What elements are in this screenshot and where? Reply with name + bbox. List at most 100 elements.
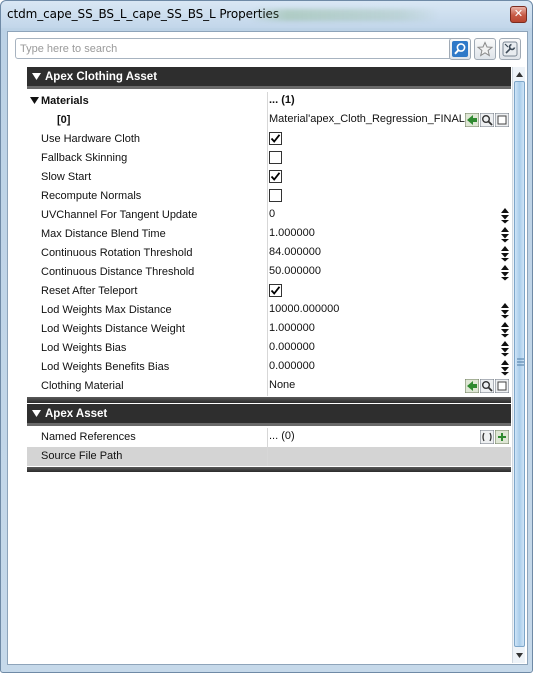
property-row-source-file-path[interactable]: Source File Path — [27, 447, 511, 466]
column-divider[interactable] — [267, 111, 268, 130]
continuous-rotation-threshold-field[interactable]: 84.000000 — [269, 246, 321, 258]
settings-button[interactable] — [499, 38, 521, 60]
column-divider[interactable] — [267, 92, 268, 111]
property-row-continuous-rotation-threshold: Continuous Rotation Threshold 84.000000 — [27, 244, 511, 263]
use-selected-arrow-icon[interactable] — [464, 378, 480, 394]
checkmark-icon — [270, 134, 281, 143]
column-divider[interactable] — [267, 377, 268, 396]
clear-reference-icon[interactable] — [494, 112, 510, 128]
column-divider[interactable] — [267, 149, 268, 168]
column-divider[interactable] — [267, 320, 268, 339]
property-name: Continuous Distance Threshold — [41, 266, 195, 278]
property-tree: Apex Clothing Asset Materials ... (1) [0… — [27, 67, 511, 504]
property-name: Source File Path — [41, 450, 123, 462]
column-divider[interactable] — [267, 225, 268, 244]
column-divider[interactable] — [267, 263, 268, 282]
property-name: Named References — [41, 431, 136, 443]
property-name: Continuous Rotation Threshold — [41, 247, 193, 259]
property-row-reset-after-teleport: Reset After Teleport — [27, 282, 511, 301]
settings-wrench-icon — [502, 41, 518, 57]
browse-magnifier-icon[interactable] — [479, 378, 495, 394]
use-selected-arrow-icon[interactable] — [464, 112, 480, 128]
spinner-arrows-icon[interactable] — [500, 226, 510, 243]
spinner-arrows-icon[interactable] — [500, 264, 510, 281]
category-apex-clothing-asset[interactable]: Apex Clothing Asset — [27, 67, 511, 89]
grip-icon — [517, 358, 524, 366]
property-row-named-references[interactable]: Named References ... (0) — [27, 428, 511, 447]
column-divider[interactable] — [267, 447, 268, 466]
column-divider[interactable] — [267, 301, 268, 320]
close-button[interactable]: ✕ — [510, 6, 527, 23]
clear-array-icon[interactable] — [479, 429, 495, 445]
add-element-icon[interactable] — [494, 429, 510, 445]
property-row-lod-weights-distance-weight: Lod Weights Distance Weight 1.000000 — [27, 320, 511, 339]
column-divider[interactable] — [267, 168, 268, 187]
slow-start-checkbox[interactable] — [269, 170, 282, 183]
category-apex-asset[interactable]: Apex Asset — [27, 404, 511, 426]
collapse-triangle-icon[interactable] — [32, 73, 41, 81]
checkmark-icon — [270, 286, 281, 295]
favorites-button[interactable] — [474, 38, 496, 60]
column-divider[interactable] — [267, 428, 268, 447]
property-row-clothing-material: Clothing Material None — [27, 377, 511, 396]
properties-panel: Apex Clothing Asset Materials ... (1) [0… — [7, 31, 528, 665]
scroll-up-arrow-icon[interactable] — [514, 68, 525, 80]
scrollbar-thumb[interactable] — [514, 81, 525, 647]
array-index-label: [0] — [57, 114, 71, 126]
use-hardware-cloth-checkbox[interactable] — [269, 132, 282, 145]
column-divider[interactable] — [267, 358, 268, 377]
named-references-value: ... (0) — [269, 430, 295, 442]
category-label: Apex Clothing Asset — [45, 71, 158, 83]
column-divider[interactable] — [267, 282, 268, 301]
column-divider[interactable] — [267, 339, 268, 358]
property-name: Use Hardware Cloth — [41, 133, 141, 145]
lod-weights-bias-field[interactable]: 0.000000 — [269, 341, 315, 353]
property-row-materials[interactable]: Materials ... (1) — [27, 92, 511, 111]
spinner-arrows-icon[interactable] — [500, 340, 510, 357]
checkmark-icon — [270, 172, 281, 181]
category-footer — [27, 467, 511, 472]
find-button[interactable] — [449, 38, 471, 60]
lod-weights-benefits-bias-field[interactable]: 0.000000 — [269, 360, 315, 372]
spinner-arrows-icon[interactable] — [500, 302, 510, 319]
property-name: Lod Weights Benefits Bias — [41, 361, 170, 373]
property-name: Max Distance Blend Time — [41, 228, 166, 240]
spinner-arrows-icon[interactable] — [500, 207, 510, 224]
uvchannel-value-field[interactable]: 0 — [269, 208, 275, 220]
properties-window: ctdm_cape_SS_BS_L_cape_SS_BS_L Propertie… — [0, 0, 533, 673]
spinner-arrows-icon[interactable] — [500, 321, 510, 338]
column-divider[interactable] — [267, 244, 268, 263]
property-row-fallback-skinning: Fallback Skinning — [27, 149, 511, 168]
property-row-recompute-normals: Recompute Normals — [27, 187, 511, 206]
lod-weights-distance-weight-field[interactable]: 1.000000 — [269, 322, 315, 334]
search-input[interactable] — [16, 39, 453, 58]
find-icon — [452, 41, 468, 57]
clear-reference-icon[interactable] — [494, 378, 510, 394]
recompute-normals-checkbox[interactable] — [269, 189, 282, 202]
property-row-lod-weights-benefits-bias: Lod Weights Benefits Bias 0.000000 — [27, 358, 511, 377]
property-row-materials-element-0[interactable]: [0] Material'apex_Cloth_Regression_FINAL… — [27, 111, 511, 130]
spinner-arrows-icon[interactable] — [500, 359, 510, 376]
expand-triangle-icon[interactable] — [30, 97, 39, 105]
spinner-arrows-icon[interactable] — [500, 245, 510, 262]
title-bar-glow — [249, 9, 439, 21]
property-row-use-hardware-cloth: Use Hardware Cloth — [27, 130, 511, 149]
vertical-scrollbar[interactable] — [512, 67, 525, 663]
collapse-triangle-icon[interactable] — [32, 410, 41, 418]
lod-weights-max-distance-field[interactable]: 10000.000000 — [269, 303, 339, 315]
search-field[interactable] — [15, 38, 454, 59]
column-divider[interactable] — [267, 187, 268, 206]
max-distance-blend-time-field[interactable]: 1.000000 — [269, 227, 315, 239]
scroll-down-arrow-icon[interactable] — [514, 649, 525, 661]
title-bar[interactable]: ctdm_cape_SS_BS_L_cape_SS_BS_L Propertie… — [1, 1, 532, 28]
fallback-skinning-checkbox[interactable] — [269, 151, 282, 164]
column-divider[interactable] — [267, 130, 268, 149]
named-references-actions — [479, 429, 510, 445]
continuous-distance-threshold-field[interactable]: 50.000000 — [269, 265, 321, 277]
column-divider[interactable] — [267, 206, 268, 225]
property-name: Slow Start — [41, 171, 92, 183]
clothing-material-actions — [464, 378, 510, 394]
property-row-max-distance-blend-time: Max Distance Blend Time 1.000000 — [27, 225, 511, 244]
browse-magnifier-icon[interactable] — [479, 112, 495, 128]
reset-after-teleport-checkbox[interactable] — [269, 284, 282, 297]
